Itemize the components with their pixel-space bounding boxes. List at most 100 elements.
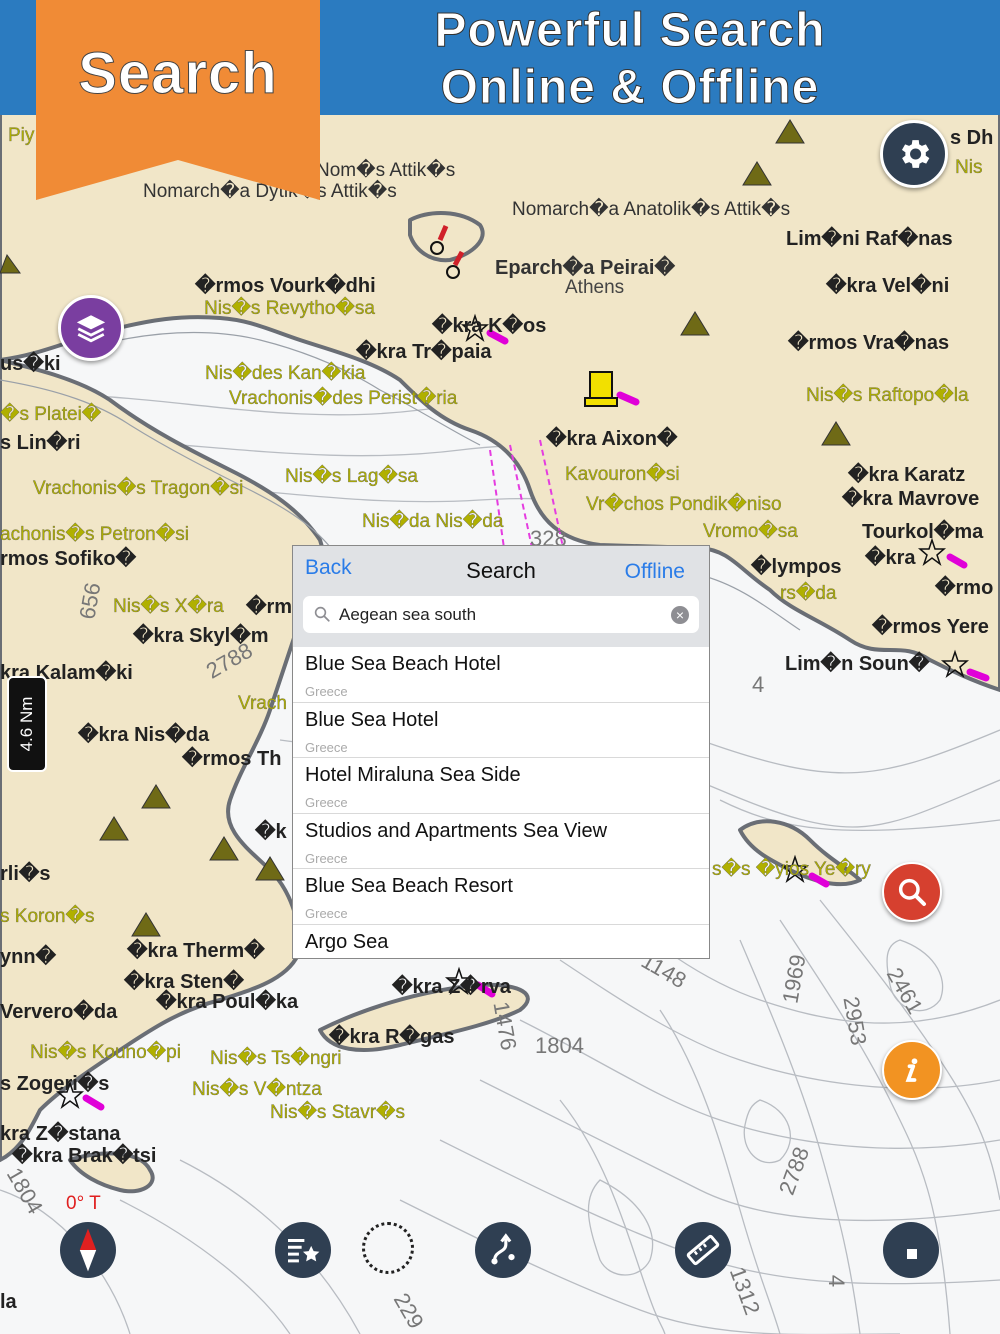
result-country: Greece xyxy=(305,684,348,699)
ruler-icon xyxy=(686,1234,720,1266)
map-place-label: �rmos Th xyxy=(182,748,282,770)
map-place-label: Kavouron�si xyxy=(565,464,680,485)
map-place-label: rs�da xyxy=(780,583,837,604)
result-name: Blue Sea Hotel xyxy=(305,708,439,731)
map-place-label: Nis�s Ts�ngri xyxy=(210,1048,342,1069)
search-result-item[interactable]: Hotel Miraluna Sea Side Greece xyxy=(293,758,709,814)
info-button[interactable] xyxy=(882,1040,942,1100)
result-name: Blue Sea Beach Hotel xyxy=(305,653,501,675)
map-place-label: �kra Brak�tsi xyxy=(12,1145,157,1167)
search-header: Back Search Offline × xyxy=(293,546,709,647)
result-name: Hotel Miraluna Sea Side xyxy=(305,764,521,786)
map-place-label: �rmos Vra�nas xyxy=(788,332,950,354)
map-place-label: s�s �yios Ye�ry xyxy=(712,859,871,880)
map-place-label: ynn� xyxy=(0,946,57,968)
clear-icon[interactable]: × xyxy=(671,606,689,624)
map-place-label: �k xyxy=(255,821,287,843)
map-place-label: Nis�s V�ntza xyxy=(192,1079,322,1100)
favorites-button[interactable] xyxy=(275,1222,331,1278)
search-result-item[interactable]: Argo Sea xyxy=(293,925,709,980)
layers-icon xyxy=(76,315,106,343)
search-input[interactable] xyxy=(339,596,659,633)
scale-text: 4.6 Nm xyxy=(17,696,36,752)
map-place-label: Tourkol�ma xyxy=(862,521,984,543)
map-search-button[interactable] xyxy=(882,862,942,922)
search-result-item[interactable]: Blue Sea Beach Resort Greece xyxy=(293,869,709,925)
depth-sounding-label: 4 xyxy=(752,672,765,697)
map-place-label: �s Platei� xyxy=(0,404,102,425)
result-name: Blue Sea Beach Resort xyxy=(305,875,513,897)
banner-title-line2: Online & Offline xyxy=(440,61,820,115)
map-place-label: Ververo�da xyxy=(0,1001,118,1023)
map-place-label: �kra Poul�ka xyxy=(156,991,299,1013)
compass-icon xyxy=(79,1228,97,1272)
settings-button[interactable] xyxy=(880,120,948,188)
banner-title-line1: Powerful Search xyxy=(434,4,826,58)
measure-button[interactable] xyxy=(675,1222,731,1278)
route-icon xyxy=(491,1233,515,1265)
search-field[interactable]: × xyxy=(303,596,699,633)
map-place-label: rmos Sofiko� xyxy=(0,548,137,570)
map-place-label: �kra Z�rva xyxy=(392,976,511,998)
map-place-label: Vromo�sa xyxy=(703,521,798,542)
offline-toggle-button[interactable]: Offline xyxy=(625,560,685,584)
result-country: Greece xyxy=(305,739,348,755)
result-country: Greece xyxy=(305,795,348,810)
map-place-label: Nis�s Lag�sa xyxy=(285,466,418,487)
map-place-label: �kra xyxy=(865,547,916,569)
search-panel: Back Search Offline × Blue Sea Beach Hot… xyxy=(292,545,710,959)
map-place-label: Nis�da Nis�da xyxy=(362,511,504,532)
map-place-label: �kra Karatz xyxy=(848,464,966,486)
layers-button[interactable] xyxy=(58,295,124,361)
compass-button[interactable] xyxy=(60,1222,116,1278)
map-place-label: �rm xyxy=(246,596,293,618)
map-place-label: Eparch�a Peirai� xyxy=(495,257,675,279)
depth-sounding-label: 1804 xyxy=(535,1033,584,1058)
result-country: Greece xyxy=(305,906,348,921)
map-place-label: la xyxy=(0,1291,17,1313)
result-name: Studios and Apartments Sea View xyxy=(305,819,608,842)
map-place-label: Vrachonis�s Tragon�si xyxy=(33,478,244,499)
map-place-label: achonis�s Petron�si xyxy=(0,524,189,545)
map-place-label: Nis xyxy=(955,157,983,178)
record-icon xyxy=(907,1249,917,1259)
map-place-label: Nis�s Stavr�s xyxy=(270,1102,406,1123)
map-place-label: Nis�s X�ra xyxy=(113,596,224,617)
map-place-label: Athens xyxy=(565,277,625,298)
map-place-label: Nom�s Attik�s xyxy=(316,160,456,181)
map-place-label: �kra Therm� xyxy=(127,940,265,962)
map-place-label: Vrach xyxy=(238,693,287,714)
result-country: Greece xyxy=(305,850,348,866)
banner-tag-label: Search xyxy=(78,41,278,107)
map-place-label: s Dh xyxy=(950,127,994,149)
map-place-label: kra Z�stana xyxy=(0,1123,121,1145)
favorites-icon xyxy=(288,1238,320,1263)
map-place-label: s Lin�ri xyxy=(0,432,81,454)
map-place-label: �rmos Vourk�dhi xyxy=(195,275,376,297)
map-place-label: �rmo xyxy=(935,577,994,599)
map-place-label: s Zogeri�s xyxy=(0,1073,110,1095)
map-place-label: Piy xyxy=(8,125,35,146)
map-place-label: Lim�n Soun� xyxy=(785,653,930,675)
map-place-label: Nis�s Kouno�pi xyxy=(30,1042,181,1063)
map-place-label: �kra K�os xyxy=(432,315,547,337)
map-place-label: �kra Nis�da xyxy=(78,724,210,746)
search-result-item[interactable]: Blue Sea Beach Hotel Greece xyxy=(293,647,709,703)
info-icon xyxy=(905,1058,918,1082)
map-place-label: Lim�ni Raf�nas xyxy=(786,228,953,250)
banner-title: Powerful Search Online & Offline xyxy=(330,2,930,116)
search-result-item[interactable]: Blue Sea Hotel Greece xyxy=(293,703,709,758)
map-place-label: rli�s xyxy=(0,863,51,885)
search-icon xyxy=(314,606,330,622)
map-place-label: Vr�chos Pondik�niso xyxy=(586,494,782,515)
map-place-label: �kra Tr�paia xyxy=(356,341,492,363)
map-place-label: �kra Skyl�m xyxy=(133,625,269,647)
track-record-ring[interactable] xyxy=(362,1222,414,1274)
map-place-label: Vrachonis�des Perist�ria xyxy=(229,388,458,409)
search-result-item[interactable]: Studios and Apartments Sea View Greece xyxy=(293,814,709,869)
stop-record-button[interactable] xyxy=(883,1222,939,1278)
route-button[interactable] xyxy=(475,1222,531,1278)
depth-sounding-label: 4 xyxy=(824,1274,850,1288)
search-icon xyxy=(898,878,926,906)
map-place-label: Nomarch�a Anatolik�s Attik�s xyxy=(512,199,791,220)
